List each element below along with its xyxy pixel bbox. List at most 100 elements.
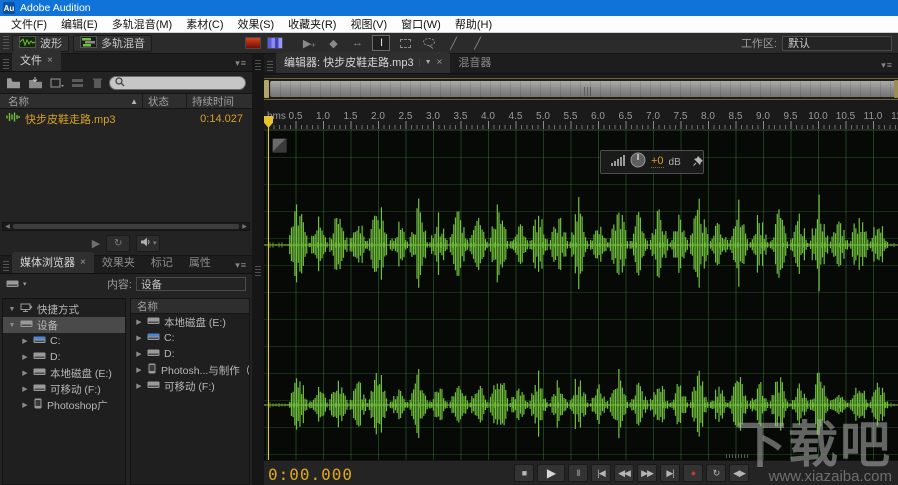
spot-healing-brush-tool[interactable]: ╱ bbox=[468, 35, 486, 51]
delete-icon[interactable] bbox=[92, 77, 103, 89]
navigator-left-handle[interactable] bbox=[264, 80, 269, 98]
channel-indicator-icon[interactable] bbox=[272, 138, 287, 153]
pin-icon[interactable] bbox=[693, 153, 704, 171]
razor-tool[interactable]: ◆ bbox=[324, 35, 342, 51]
record-button[interactable]: ● bbox=[683, 464, 703, 482]
waveform-display[interactable]: hms 0.51.01.52.02.53.03.54.04.55.05.56.0… bbox=[264, 100, 898, 460]
volume-knob-icon[interactable] bbox=[630, 152, 646, 173]
list-column-name[interactable]: 名称 bbox=[131, 299, 249, 314]
close-icon[interactable]: × bbox=[47, 55, 53, 66]
tree-item[interactable]: ▼快捷方式 bbox=[3, 301, 125, 317]
tree-item[interactable]: ▶C: bbox=[3, 333, 125, 349]
hscroll-grip[interactable] bbox=[726, 454, 750, 458]
file-row[interactable]: 快步皮鞋走路.mp3 0:14.027 bbox=[0, 111, 252, 126]
tab-editor[interactable]: 编辑器: 快步皮鞋走路.mp3 ▼ × bbox=[276, 52, 450, 73]
scroll-left-icon[interactable]: ◀ bbox=[3, 223, 12, 230]
menu-item[interactable]: 效果(S) bbox=[231, 16, 282, 32]
tree-item[interactable]: ▼设备 bbox=[3, 317, 125, 333]
spectral-display-button[interactable] bbox=[245, 37, 261, 49]
new-item-icon[interactable] bbox=[50, 77, 64, 89]
workspace-dropdown[interactable]: 默认 bbox=[782, 36, 892, 51]
tree-item[interactable]: ▶Photoshop广 bbox=[3, 397, 125, 413]
panel-menu-icon[interactable]: ▾≡ bbox=[876, 58, 898, 73]
panel-splitter[interactable] bbox=[252, 54, 264, 485]
navigator-grip[interactable] bbox=[584, 87, 593, 96]
lasso-selection-tool[interactable] bbox=[420, 35, 438, 51]
list-item[interactable]: ▶可移动 (F:) bbox=[131, 378, 249, 394]
content-dropdown[interactable]: 设备 bbox=[136, 277, 246, 291]
column-duration[interactable]: 持续时间 bbox=[186, 94, 252, 109]
scroll-right-icon[interactable]: ▶ bbox=[240, 223, 249, 230]
tab-media-browser[interactable]: 媒体浏览器× bbox=[12, 252, 94, 273]
files-search-box[interactable] bbox=[109, 76, 246, 90]
paintbrush-selection-tool[interactable]: ╱ bbox=[444, 35, 462, 51]
menu-item[interactable]: 素材(C) bbox=[179, 16, 230, 32]
zoom-navigator[interactable] bbox=[264, 78, 898, 100]
waveform-view-button[interactable]: 波形 bbox=[12, 35, 69, 52]
tab-effects-rack[interactable]: 效果夹 bbox=[94, 252, 143, 273]
skip-to-end-button[interactable]: ▶| bbox=[660, 464, 680, 482]
toolbar-grip[interactable] bbox=[3, 36, 9, 51]
tree-collapsed-icon[interactable]: ▶ bbox=[135, 366, 143, 374]
hud-db-value[interactable]: +0 bbox=[651, 156, 664, 168]
sort-ascending-icon[interactable]: ▲ bbox=[130, 97, 138, 106]
panel-menu-icon[interactable]: ▾≡ bbox=[230, 56, 252, 71]
auto-play-button[interactable]: ▾ bbox=[136, 235, 160, 252]
list-item[interactable]: ▶Photosh...与制作（第2版） bbox=[131, 362, 249, 378]
tree-collapsed-icon[interactable]: ▶ bbox=[21, 353, 29, 361]
panel-grip[interactable] bbox=[267, 61, 273, 73]
menu-item[interactable]: 视图(V) bbox=[343, 16, 394, 32]
tree-expanded-icon[interactable]: ▼ bbox=[8, 322, 16, 329]
tab-mixer[interactable]: 混音器 bbox=[450, 52, 499, 73]
playhead-line[interactable] bbox=[268, 116, 269, 460]
tree-item[interactable]: ▶可移动 (F:) bbox=[3, 381, 125, 397]
time-selection-tool[interactable]: I bbox=[372, 35, 390, 51]
slip-tool[interactable]: ↔ bbox=[348, 35, 366, 51]
marquee-selection-tool[interactable] bbox=[396, 35, 414, 51]
import-files-icon[interactable] bbox=[28, 77, 43, 89]
tree-collapsed-icon[interactable]: ▶ bbox=[21, 337, 29, 345]
panel-grip[interactable] bbox=[3, 59, 9, 71]
search-input[interactable] bbox=[128, 77, 240, 88]
stop-button[interactable]: ■ bbox=[514, 464, 534, 482]
tree-collapsed-icon[interactable]: ▶ bbox=[135, 350, 143, 358]
menu-item[interactable]: 窗口(W) bbox=[394, 16, 448, 32]
close-icon[interactable]: × bbox=[80, 257, 86, 268]
tree-collapsed-icon[interactable]: ▶ bbox=[135, 382, 143, 390]
tab-files[interactable]: 文件 × bbox=[12, 50, 61, 71]
navigator-right-handle[interactable] bbox=[894, 80, 898, 98]
column-name[interactable]: 名称 ▲ bbox=[0, 94, 142, 109]
tree-collapsed-icon[interactable]: ▶ bbox=[135, 318, 143, 326]
tree-collapsed-icon[interactable]: ▶ bbox=[135, 334, 143, 342]
menu-item[interactable]: 帮助(H) bbox=[448, 16, 499, 32]
scrollbar-thumb[interactable] bbox=[13, 224, 239, 229]
play-button[interactable]: ▶ bbox=[537, 464, 565, 482]
menu-item[interactable]: 多轨混音(M) bbox=[105, 16, 180, 32]
rewind-button[interactable]: ◀◀ bbox=[614, 464, 634, 482]
tree-item[interactable]: ▶本地磁盘 (E:) bbox=[3, 365, 125, 381]
insert-into-multitrack-icon[interactable] bbox=[71, 77, 85, 89]
navigator-range-bar[interactable] bbox=[270, 81, 897, 97]
chevron-down-icon[interactable]: ▼ bbox=[419, 59, 432, 66]
panel-menu-icon[interactable]: ▾≡ bbox=[230, 258, 252, 273]
play-preview-button[interactable]: ▶ bbox=[92, 237, 100, 250]
menu-item[interactable]: 编辑(E) bbox=[54, 16, 105, 32]
multitrack-view-button[interactable]: 多轨混音 bbox=[73, 35, 152, 52]
waveform-display-button[interactable] bbox=[267, 37, 283, 49]
menu-item[interactable]: 收藏夹(R) bbox=[281, 16, 343, 32]
drive-select-icon[interactable] bbox=[6, 275, 19, 293]
files-horizontal-scrollbar[interactable]: ◀ ▶ bbox=[2, 222, 250, 231]
close-icon[interactable]: × bbox=[437, 57, 443, 68]
column-status[interactable]: 状态 bbox=[142, 94, 186, 109]
loop-playback-button[interactable]: ↻ bbox=[706, 464, 726, 482]
list-item[interactable]: ▶C: bbox=[131, 330, 249, 346]
fast-forward-button[interactable]: ▶▶ bbox=[637, 464, 657, 482]
open-file-icon[interactable] bbox=[6, 77, 21, 89]
volume-hud[interactable]: +0 dB bbox=[600, 150, 704, 174]
loop-preview-button[interactable]: ↻ bbox=[106, 235, 130, 252]
tree-collapsed-icon[interactable]: ▶ bbox=[21, 385, 29, 393]
tree-collapsed-icon[interactable]: ▶ bbox=[21, 401, 29, 409]
skip-to-start-button[interactable]: |◀ bbox=[591, 464, 611, 482]
tree-item[interactable]: ▶D: bbox=[3, 349, 125, 365]
tab-markers[interactable]: 标记 bbox=[143, 252, 181, 273]
